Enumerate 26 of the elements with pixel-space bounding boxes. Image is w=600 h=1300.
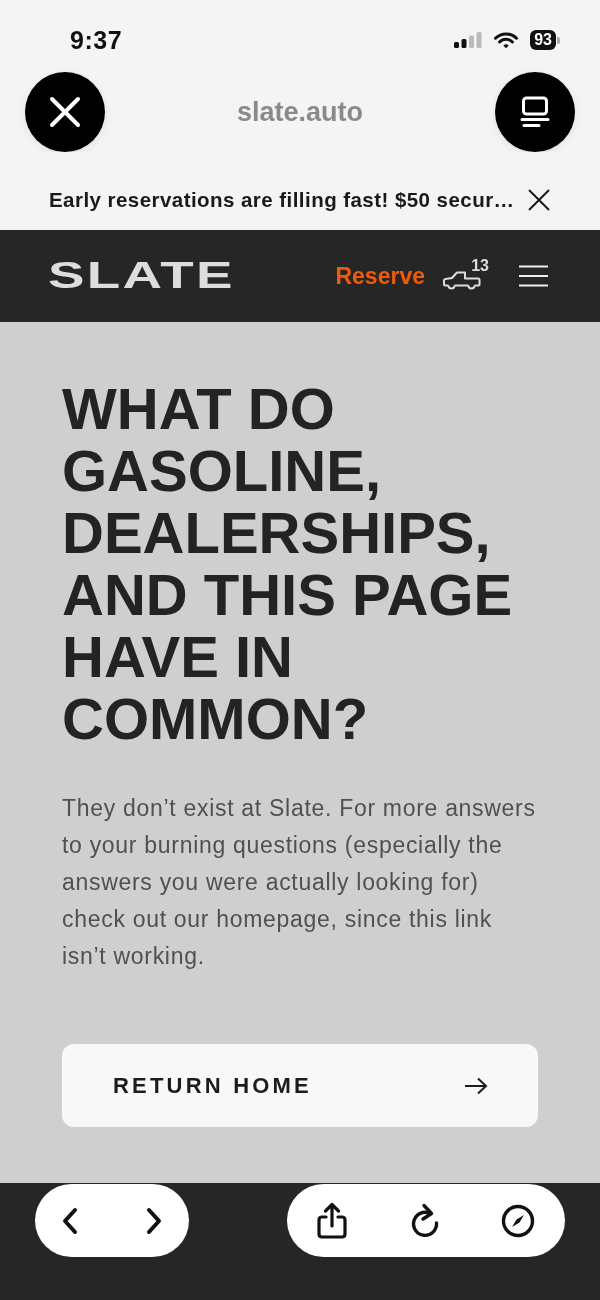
- body-text: They don’t exist at Slate. For more answers to your burning questions (especially the answers you were actually looking for) check out our homepage, since this link isn’t working.: [62, 794, 537, 971]
- chevron-right-icon: [146, 1206, 162, 1235]
- truck-button[interactable]: 13: [443, 259, 489, 293]
- screen-lines-icon: [519, 96, 551, 128]
- return-home-button[interactable]: RETURN HOME: [62, 1044, 538, 1127]
- reload-icon: [410, 1203, 440, 1238]
- menu-button[interactable]: [519, 265, 548, 287]
- page-heading: WHAT DO GASOLINE, DEALERSHIPS, AND THIS PAGE HAVE IN COMMON?: [62, 378, 514, 750]
- wifi-icon: [494, 31, 519, 49]
- truck-count: 13: [471, 257, 489, 275]
- arrow-right-icon: [464, 1076, 488, 1095]
- close-icon: [49, 96, 81, 128]
- battery-tip-icon: [557, 36, 560, 44]
- battery-level: 93: [530, 30, 556, 50]
- close-icon: [528, 189, 550, 211]
- compass-icon: [501, 1203, 535, 1238]
- close-banner-button[interactable]: [528, 189, 550, 211]
- chevron-left-icon: [62, 1206, 78, 1235]
- status-time: 9:37: [70, 25, 123, 55]
- banner-text: Early reservations are filling fast! $50 secur…: [49, 188, 515, 212]
- share-icon: [316, 1201, 348, 1240]
- menu-icon: [519, 265, 548, 287]
- truck-icon: [443, 271, 481, 291]
- signal-icon: [454, 32, 483, 48]
- logo-text[interactable]: SLATE: [48, 261, 235, 291]
- reserve-link[interactable]: Reserve: [335, 262, 425, 290]
